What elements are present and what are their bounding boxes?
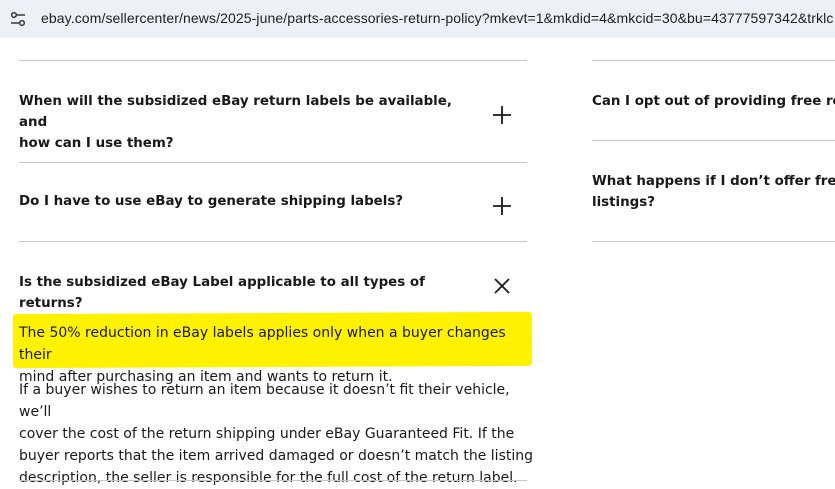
faq-question-3[interactable]: Is the subsidized eBay Label applicable …: [19, 272, 479, 314]
answer-highlighted-line1: The 50% reduction in eBay labels applies…: [19, 325, 506, 363]
faq-question-right-2-line2: listings?: [592, 195, 655, 210]
faq-question-1-line2: how can I use them?: [19, 136, 174, 151]
faq-question-2[interactable]: Do I have to use eBay to generate shippi…: [19, 191, 469, 212]
faq-question-right-1[interactable]: Can I opt out of providing free retu: [592, 91, 835, 112]
answer-line2: cover the cost of the return shipping un…: [19, 426, 515, 442]
faq-question-right-2-line1: What happens if I don’t offer free r: [592, 174, 835, 189]
answer-line3: buyer reports that the item arrived dama…: [19, 448, 534, 464]
plus-icon[interactable]: [491, 104, 513, 126]
answer-line1: If a buyer wishes to return an item beca…: [19, 382, 510, 420]
close-icon[interactable]: [491, 275, 513, 297]
faq-question-1[interactable]: When will the subsidized eBay return lab…: [19, 91, 469, 154]
answer-line4: description, the seller is responsible f…: [19, 470, 518, 486]
faq-divider: [19, 480, 527, 481]
faq-question-1-line1: When will the subsidized eBay return lab…: [19, 94, 452, 130]
plus-icon[interactable]: [491, 195, 513, 217]
faq-divider: [19, 162, 527, 163]
faq-question-right-2[interactable]: What happens if I don’t offer free r lis…: [592, 171, 835, 213]
faq-divider: [19, 241, 527, 242]
address-bar[interactable]: ebay.com/sellercenter/news/2025-june/par…: [0, 0, 835, 38]
faq-divider: [19, 60, 527, 61]
tune-icon[interactable]: [8, 10, 28, 28]
url-text[interactable]: ebay.com/sellercenter/news/2025-june/par…: [41, 10, 833, 26]
faq-answer-detail: If a buyer wishes to return an item beca…: [19, 379, 534, 489]
faq-divider: [592, 140, 835, 141]
faq-divider: [592, 60, 835, 61]
faq-divider: [592, 241, 835, 242]
